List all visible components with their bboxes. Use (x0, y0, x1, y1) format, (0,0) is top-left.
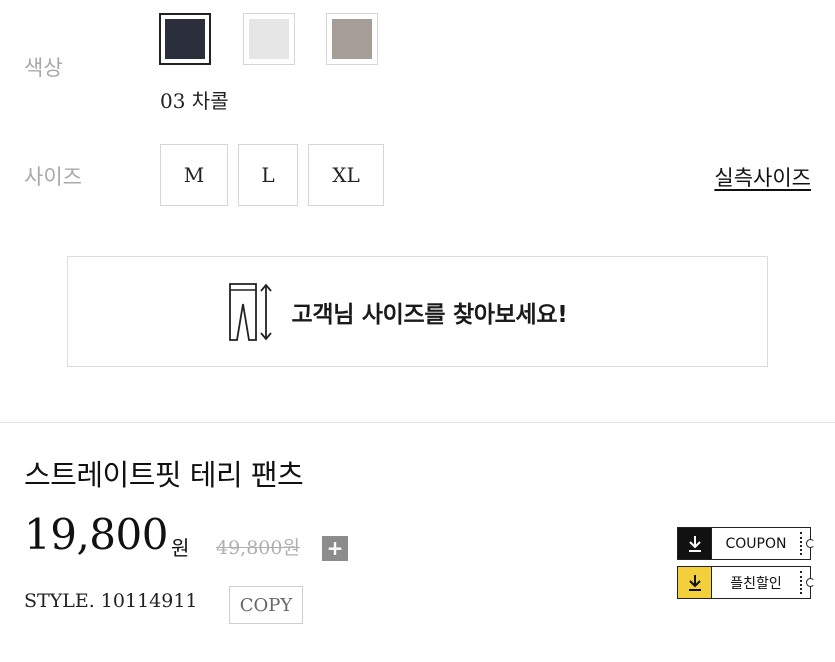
color-label: 색상 (24, 56, 63, 80)
price-unit: 원 (171, 536, 190, 560)
color-swatch-taupe[interactable] (326, 13, 378, 65)
ticket-notch (806, 578, 815, 587)
sale-price: 19,800 (24, 510, 168, 559)
swatch-fill (249, 19, 289, 59)
size-option-m[interactable]: M (160, 144, 228, 206)
download-icon (678, 528, 712, 559)
swatch-fill (165, 19, 205, 59)
selected-color-name: 03 차콜 (160, 89, 229, 113)
ticket-perforation (800, 571, 802, 594)
friend-discount-download-button[interactable]: 플친할인 (677, 566, 815, 599)
download-icon (678, 567, 712, 598)
coupon-download-button[interactable]: COUPON (677, 527, 815, 560)
product-name: 스트레이트핏 테리 팬츠 (24, 458, 304, 492)
copy-style-button[interactable]: COPY (229, 586, 303, 624)
style-number: STYLE. 10114911 (24, 590, 198, 612)
size-option-l[interactable]: L (238, 144, 298, 206)
price-detail-plus-button[interactable]: + (322, 536, 348, 561)
coupon-label: COUPON (725, 535, 787, 552)
size-label: 사이즈 (24, 165, 82, 189)
size-chart-link[interactable]: 실측사이즈 (714, 162, 811, 192)
color-swatch-charcoal[interactable] (159, 13, 211, 65)
ticket-perforation (800, 532, 802, 555)
original-price: 49,800원 (216, 537, 300, 559)
pants-measure-icon (228, 282, 272, 341)
color-swatch-light-gray[interactable] (243, 13, 295, 65)
section-divider (0, 422, 835, 423)
size-option-xl[interactable]: XL (308, 144, 384, 206)
find-size-button[interactable]: 고객님 사이즈를 찾아보세요! (67, 256, 768, 367)
swatch-fill (332, 19, 372, 59)
ticket-notch (806, 539, 815, 548)
find-size-text: 고객님 사이즈를 찾아보세요! (291, 301, 568, 328)
friend-discount-label: 플친할인 (730, 575, 782, 592)
